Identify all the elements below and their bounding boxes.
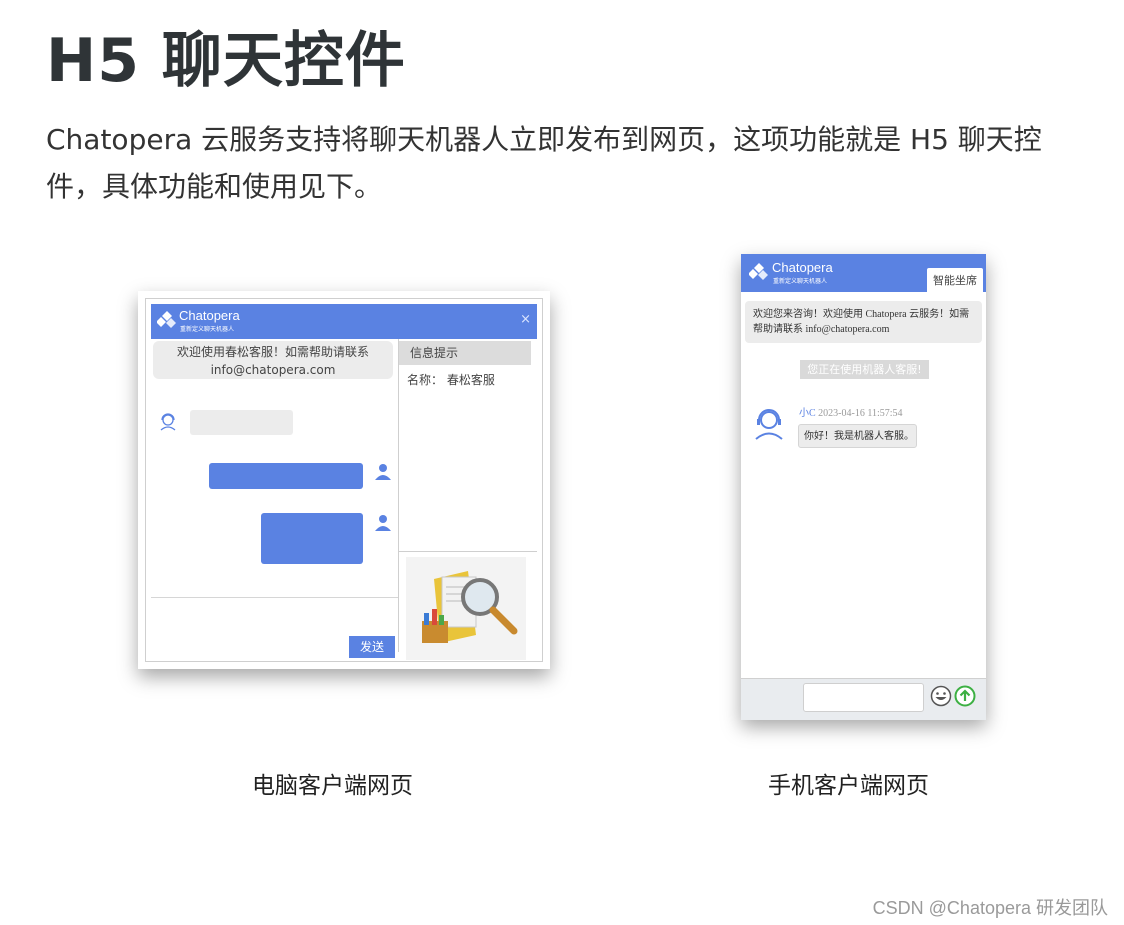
- info-sidebar: 信息提示 名称： 春松客服: [399, 339, 537, 660]
- welcome-line-2: info@chatopera.com: [210, 363, 336, 377]
- user-avatar-icon: [375, 464, 391, 480]
- desktop-caption: 电脑客户端网页: [252, 773, 413, 799]
- brand-subtitle: 重新定义聊天机器人: [773, 278, 828, 285]
- emoji-icon[interactable]: [930, 685, 952, 707]
- brand-name: Chatopera: [179, 308, 240, 323]
- bot-message-bubble: [190, 410, 293, 435]
- chatopera-logo-icon: [749, 263, 768, 280]
- message-meta: 小C 2023-04-16 11:57:54: [799, 404, 903, 419]
- watermark: CSDN @Chatopera 研发团队: [872, 898, 1108, 918]
- mobile-caption: 手机客户端网页: [768, 773, 929, 799]
- mobile-chat-widget: Chatopera 重新定义聊天机器人 智能坐席 欢迎您来咨询！欢迎使用 Cha…: [741, 254, 986, 720]
- desktop-input-area[interactable]: 发送: [151, 597, 398, 658]
- sidebar-name: 名称： 春松客服: [407, 373, 495, 387]
- search-documents-illustration: [406, 557, 526, 660]
- sender-name: 小C: [799, 408, 816, 419]
- welcome-message: 欢迎您来咨询！欢迎使用 Chatopera 云服务！如需帮助请联系 info@c…: [745, 301, 982, 343]
- user-message-bubble: [261, 513, 363, 564]
- mobile-header: Chatopera 重新定义聊天机器人 智能坐席: [741, 254, 986, 292]
- message-input[interactable]: [803, 683, 924, 712]
- sidebar-header: 信息提示: [399, 341, 531, 365]
- bot-avatar-icon: [160, 413, 176, 431]
- message-timestamp: 2023-04-16 11:57:54: [818, 408, 903, 419]
- user-avatar-icon: [375, 515, 391, 531]
- desktop-header: Chatopera 重新定义聊天机器人 ×: [151, 304, 537, 339]
- desktop-frame: Chatopera 重新定义聊天机器人 × 欢迎使用春松客服！如需帮助请联系 i…: [145, 298, 543, 662]
- send-button[interactable]: 发送: [349, 636, 395, 658]
- chatopera-logo-icon: [157, 311, 176, 328]
- user-message-bubble: [209, 463, 363, 489]
- tab-smart-agent[interactable]: 智能坐席: [927, 268, 983, 292]
- send-arrow-icon[interactable]: [954, 685, 976, 707]
- desktop-chat-widget: Chatopera 重新定义聊天机器人 × 欢迎使用春松客服！如需帮助请联系 i…: [138, 291, 550, 669]
- bot-message-bubble: 你好！我是机器人客服。: [798, 424, 917, 448]
- intro-paragraph: Chatopera 云服务支持将聊天机器人立即发布到网页，这项功能就是 H5 聊…: [46, 123, 1042, 203]
- page-title: H5 聊天控件: [46, 26, 406, 96]
- divider: [399, 551, 537, 552]
- mobile-input-bar: [741, 678, 986, 720]
- close-icon[interactable]: ×: [520, 312, 531, 327]
- welcome-message: 欢迎使用春松客服！如需帮助请联系 info@chatopera.com: [153, 341, 393, 379]
- robot-notice: 您正在使用机器人客服!: [800, 360, 929, 379]
- brand-subtitle: 重新定义聊天机器人: [180, 326, 235, 333]
- brand-name: Chatopera: [772, 260, 833, 275]
- bot-avatar-icon: [755, 409, 783, 440]
- welcome-line-1: 欢迎使用春松客服！如需帮助请联系: [176, 345, 369, 359]
